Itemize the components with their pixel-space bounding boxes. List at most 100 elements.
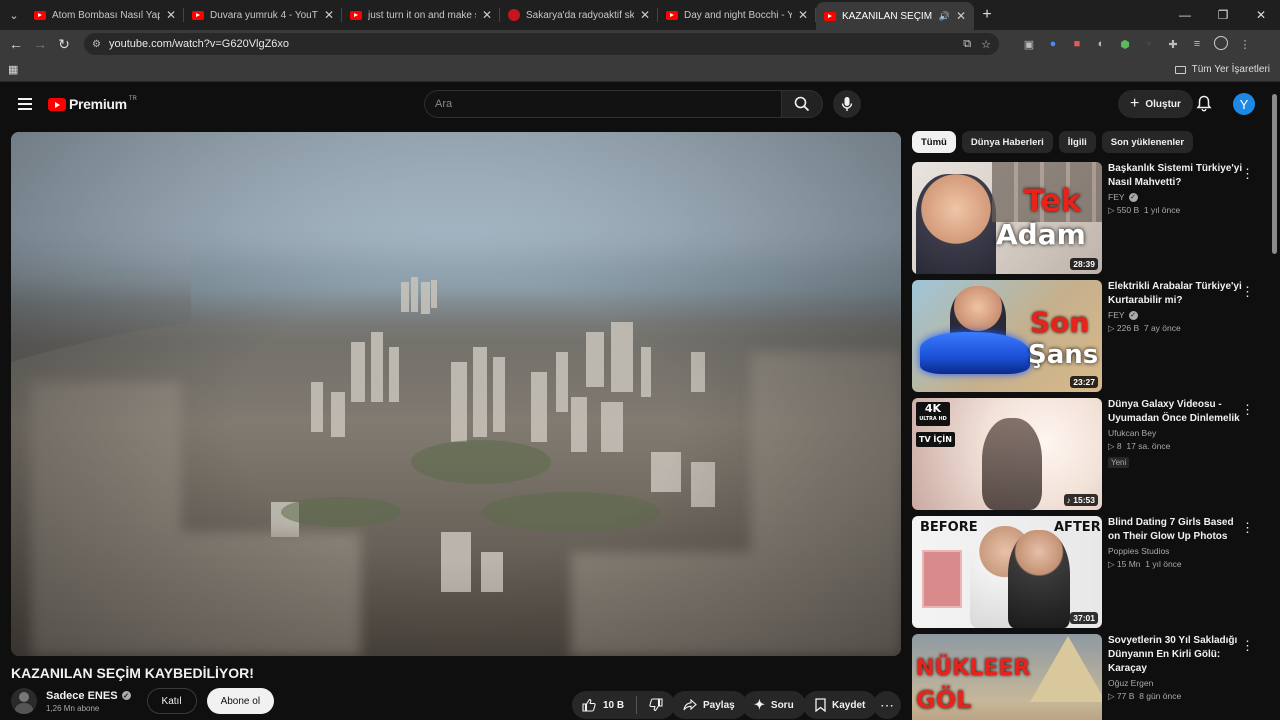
media-icon[interactable]: ≡	[1185, 38, 1209, 50]
save-button[interactable]: Kaydet	[803, 691, 878, 719]
apps-grid-icon[interactable]: ▦	[8, 63, 18, 76]
window-controls: — ❐ ✕	[1166, 8, 1280, 22]
youtube-logo[interactable]: Premium TR	[48, 96, 137, 112]
video-player[interactable]	[11, 132, 901, 656]
new-tab-button[interactable]: +	[974, 6, 1000, 24]
recommendation-item[interactable]: NÜKLEER GÖL Sovyetlerin 30 Yıl Sakladığı…	[912, 634, 1262, 720]
browser-tab[interactable]: Duvara yumruk 4 - YouTube ✕	[184, 0, 342, 30]
bookmark-star-icon[interactable]: ☆	[981, 38, 991, 51]
chip-world-news[interactable]: Dünya Haberleri	[961, 131, 1053, 153]
search-input[interactable]	[435, 98, 771, 110]
recommendation-channel[interactable]: Ufukcan Bey	[1108, 428, 1156, 438]
video-thumbnail[interactable]: Son Şans 23:27	[912, 280, 1102, 392]
tab-search-icon[interactable]: ⌄	[2, 0, 26, 30]
recommendation-item[interactable]: Son Şans 23:27 Elektrikli Arabalar Türki…	[912, 280, 1262, 392]
more-vertical-icon[interactable]: ⋮	[1241, 284, 1254, 300]
close-icon[interactable]: ✕	[640, 8, 650, 22]
puzzle-icon[interactable]: ✚	[1161, 38, 1185, 51]
chip-recent[interactable]: Son yüklenenler	[1101, 131, 1194, 153]
hamburger-menu-icon[interactable]	[18, 95, 32, 113]
more-vertical-icon[interactable]: ⋮	[1241, 166, 1254, 182]
recommendation-channel-row: Oğuz Ergen	[1108, 678, 1248, 688]
recommendation-channel[interactable]: Oğuz Ergen	[1108, 678, 1153, 688]
more-actions-button[interactable]: ⋯	[873, 691, 901, 719]
browser-tab[interactable]: Day and night Bocchi - YouTub ✕	[658, 0, 816, 30]
extension-icon[interactable]: ◦	[1137, 38, 1161, 50]
cast-icon[interactable]: ⧉	[963, 38, 971, 51]
more-vertical-icon[interactable]: ⋮	[1241, 402, 1254, 418]
recommendation-channel[interactable]: FEY	[1108, 310, 1125, 320]
extension-icon[interactable]: ●	[1041, 38, 1065, 50]
close-icon[interactable]: ✕	[482, 8, 492, 22]
create-button[interactable]: + Oluştur	[1118, 90, 1193, 118]
browser-tab[interactable]: just turn it on and make someth ✕	[342, 0, 500, 30]
browser-tab[interactable]: Atom Bombası Nasıl Yapılır? #s ✕	[26, 0, 184, 30]
play-icon: ▷	[1108, 691, 1117, 701]
voice-search-button[interactable]	[833, 90, 861, 118]
video-thumbnail[interactable]: 4K ULTRA HD TV İÇİN ♪ 15:53	[912, 398, 1102, 510]
share-button[interactable]: Paylaş	[671, 691, 747, 719]
like-button[interactable]: 10 B	[572, 696, 638, 714]
upload-age: 1 yıl önce	[1145, 559, 1182, 569]
more-vertical-icon[interactable]: ⋮	[1241, 520, 1254, 536]
dislike-button[interactable]	[637, 698, 675, 712]
recommendation-item[interactable]: BEFORE AFTER 37:01 Blind Dating 7 Girls …	[912, 516, 1262, 628]
chip-related[interactable]: İlgili	[1058, 131, 1096, 153]
recommendation-item[interactable]: Tek Adam 28:39 Başkanlık Sistemi Türkiye…	[912, 162, 1262, 274]
all-bookmarks-button[interactable]: Tüm Yer İşaretleri	[1174, 64, 1270, 75]
channel-name[interactable]: Sadece ENES	[46, 690, 118, 702]
recommendation-channel[interactable]: Poppies Studios	[1108, 546, 1169, 556]
thumbnail-tattoo-person	[1008, 530, 1070, 628]
video-thumbnail[interactable]: Tek Adam 28:39	[912, 162, 1102, 274]
close-icon[interactable]: ✕	[324, 8, 334, 22]
user-avatar[interactable]: Y	[1233, 93, 1255, 115]
recommendation-title[interactable]: Blind Dating 7 Girls Based on Their Glow…	[1108, 516, 1248, 544]
speaker-icon[interactable]: 🔊	[939, 11, 950, 22]
video-thumbnail[interactable]: NÜKLEER GÖL	[912, 634, 1102, 720]
tab-title: Sakarya'da radyoaktif skandal!	[526, 9, 634, 21]
page-scrollbar[interactable]	[1272, 94, 1277, 254]
search-box[interactable]	[424, 90, 781, 118]
recommendation-title[interactable]: Dünya Galaxy Videosu - Uyumadan Önce Din…	[1108, 398, 1248, 426]
site-info-icon[interactable]: ⚙	[92, 39, 101, 50]
video-meta: Başkanlık Sistemi Türkiye'yi Nasıl Mahve…	[1108, 162, 1248, 274]
video-thumbnail[interactable]: BEFORE AFTER 37:01	[912, 516, 1102, 628]
close-icon[interactable]: ✕	[798, 8, 808, 22]
profile-icon[interactable]	[1209, 35, 1233, 53]
recommendation-title[interactable]: Elektrikli Arabalar Türkiye'yi Kurtarabi…	[1108, 280, 1248, 308]
recommendation-channel[interactable]: FEY	[1108, 192, 1125, 202]
join-button[interactable]: Katıl	[146, 688, 197, 714]
recommendation-channel-row: FEY ✓	[1108, 310, 1248, 320]
view-count: 15 Mn	[1116, 559, 1141, 569]
url-bar[interactable]: ⚙ youtube.com/watch?v=G620VlgZ6xo ⧉ ☆	[84, 33, 999, 55]
menu-kebab-icon[interactable]: ⋮	[1233, 38, 1257, 51]
extension-icon[interactable]: ◐	[1089, 38, 1113, 50]
extension-icon[interactable]: ■	[1065, 38, 1089, 50]
extension-icon[interactable]: ⬢	[1113, 38, 1137, 51]
channel-avatar[interactable]	[11, 688, 37, 714]
search-button[interactable]	[781, 90, 823, 118]
recommendation-title[interactable]: Başkanlık Sistemi Türkiye'yi Nasıl Mahve…	[1108, 162, 1248, 190]
close-icon[interactable]: ✕	[166, 8, 176, 22]
recommendation-title[interactable]: Sovyetlerin 30 Yıl Sakladığı Dünyanın En…	[1108, 634, 1248, 676]
recommendation-item[interactable]: 4K ULTRA HD TV İÇİN ♪ 15:53 Dünya Galaxy…	[912, 398, 1262, 510]
minimize-icon[interactable]: —	[1166, 8, 1204, 22]
browser-tab-active[interactable]: KAZANILAN SEÇİM KAYBED 🔊 ✕	[816, 2, 974, 30]
extension-icon[interactable]: ▣	[1017, 38, 1041, 51]
close-icon[interactable]: ✕	[956, 9, 966, 23]
subscribe-button[interactable]: Abone ol	[206, 688, 275, 714]
browser-tab[interactable]: Sakarya'da radyoaktif skandal! ✕	[500, 0, 658, 30]
ask-button[interactable]: ✦ Soru	[742, 691, 806, 719]
back-icon[interactable]: ←	[4, 36, 28, 52]
forward-icon[interactable]: →	[28, 36, 52, 52]
channel-info: Sadece ENES ✓ 1,26 Mn abone	[46, 690, 131, 713]
more-vertical-icon[interactable]: ⋮	[1241, 638, 1254, 654]
close-window-icon[interactable]: ✕	[1242, 8, 1280, 22]
channel-name-row[interactable]: Sadece ENES ✓	[46, 690, 131, 702]
play-icon: ▷	[1108, 559, 1117, 569]
reload-icon[interactable]: ↻	[52, 36, 76, 53]
restore-icon[interactable]: ❐	[1204, 8, 1242, 22]
notifications-button[interactable]	[1196, 95, 1212, 117]
thumbnail-4k-badge: 4K ULTRA HD	[916, 402, 950, 426]
chip-all[interactable]: Tümü	[912, 131, 956, 153]
